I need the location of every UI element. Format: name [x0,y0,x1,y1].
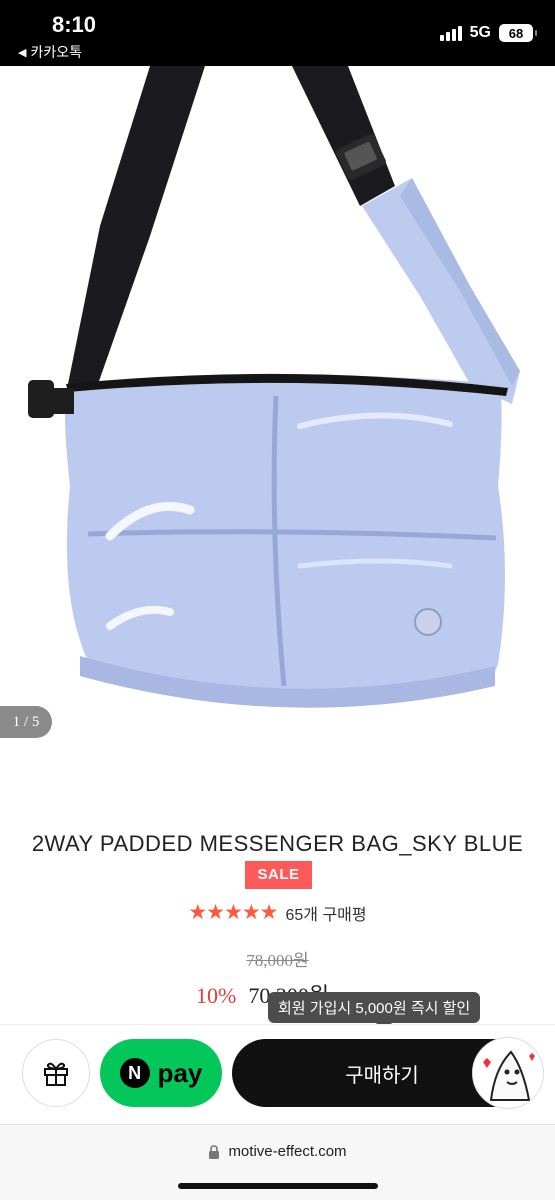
discount-rate: 10% [196,983,237,1008]
product-image[interactable] [0,66,555,766]
product-title-text: 2WAY PADDED MESSENGER BAG_SKY BLUE [31,831,524,856]
back-to-app-button[interactable]: ◀ 카카오톡 [18,42,82,62]
home-indicator [178,1183,378,1189]
character-avatar-icon [483,1050,535,1101]
url-display[interactable]: motive-effect.com [0,1143,555,1160]
bag-illustration [28,66,520,708]
back-arrow-icon: ◀ [18,46,27,59]
review-count: 65개 구매평 [285,906,367,924]
battery-level: 68 [508,25,524,41]
url-text: motive-effect.com [228,1143,347,1160]
gift-icon [44,1062,68,1086]
back-app-label: 카카오톡 [30,44,82,60]
status-indicators: 5G 68 [439,24,537,42]
original-price: 78,000원 [246,951,309,970]
npay-button[interactable]: N pay [100,1039,222,1107]
naver-n-icon: N [119,1058,150,1088]
status-time: 8:10 [52,12,97,37]
product-title: 2WAY PADDED MESSENGER BAG_SKY BLUE SALE [20,828,535,892]
sale-badge: SALE [245,861,312,890]
browser-url-bar[interactable]: motive-effect.com [0,1124,555,1200]
gift-button[interactable] [22,1039,90,1107]
image-pager: 1 / 5 [0,706,52,738]
network-label: 5G [469,24,491,41]
member-discount-tooltip: 회원 가입시 5,000원 즉시 할인 [268,992,481,1031]
signal-icon [439,25,462,41]
page: 8:10 ◀ 카카오톡 5G 68 1 / 5 2WAY PADDED MESS… [0,0,555,1200]
chat-avatar-button[interactable] [472,1037,544,1109]
lock-icon [209,1144,220,1159]
battery-icon: 68 [499,24,537,42]
action-bar: N pay 구매하기 [0,1024,555,1122]
rating-row[interactable]: ★★★★★ 65개 구매평 [0,900,555,925]
status-bar: 8:10 ◀ 카카오톡 5G 68 [0,0,555,66]
npay-label: pay [157,1057,203,1088]
rating-stars-icon: ★★★★★ [188,901,278,924]
